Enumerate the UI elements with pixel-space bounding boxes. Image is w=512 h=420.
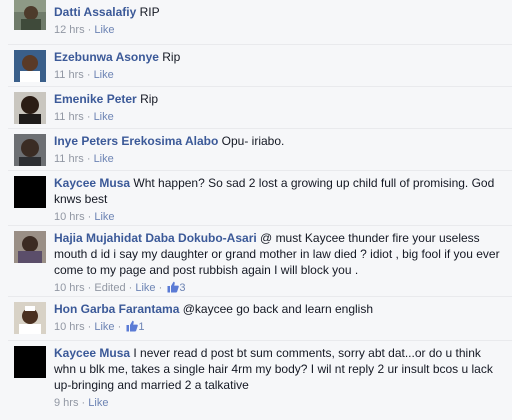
separator: ·: [87, 24, 92, 36]
comment-time[interactable]: 11 hrs: [54, 69, 84, 81]
avatar-photo: [14, 50, 46, 82]
separator: ·: [86, 153, 91, 165]
comment-time[interactable]: 12 hrs: [54, 24, 85, 36]
comment-text: RIP: [139, 5, 160, 19]
like-link[interactable]: Like: [94, 24, 114, 36]
like-count[interactable]: 1: [138, 321, 144, 333]
separator: ·: [86, 69, 91, 81]
avatar[interactable]: [14, 231, 46, 263]
comment-text: Rip: [162, 50, 181, 64]
separator: ·: [117, 321, 122, 333]
avatar[interactable]: [14, 302, 46, 334]
comment: Inye Peters Erekosima Alabo Opu- iriabo.…: [8, 128, 512, 171]
comment-text: Rip: [140, 92, 159, 106]
comment: Kaycee Musa Wht happen? So sad 2 lost a …: [8, 170, 512, 226]
comment-author[interactable]: Ezebunwa Asonye: [54, 50, 159, 64]
avatar-photo: [14, 0, 46, 30]
like-link[interactable]: Like: [94, 69, 114, 81]
like-link[interactable]: Like: [94, 211, 114, 223]
avatar[interactable]: [14, 346, 46, 378]
comment: Emenike Peter Rip 11 hrs · Like: [8, 86, 512, 129]
separator: ·: [87, 282, 92, 294]
separator: ·: [87, 211, 92, 223]
like-count[interactable]: 3: [179, 282, 185, 294]
separator: ·: [158, 282, 163, 294]
separator: ·: [87, 321, 92, 333]
comment: Ezebunwa Asonye Rip 11 hrs · Like: [8, 44, 512, 87]
comment-author[interactable]: Kaycee Musa: [54, 176, 130, 190]
avatar[interactable]: [14, 50, 46, 82]
comment: Hajia Mujahidat Daba Dokubo-Asari @ must…: [8, 225, 512, 297]
comment-time[interactable]: 11 hrs: [54, 111, 84, 123]
avatar-photo: [14, 92, 46, 124]
avatar[interactable]: [14, 0, 46, 30]
comment-time[interactable]: 10 hrs: [54, 321, 85, 333]
edited-label[interactable]: Edited: [94, 282, 125, 294]
comment-author[interactable]: Hajia Mujahidat Daba Dokubo-Asari: [54, 231, 257, 245]
avatar[interactable]: [14, 176, 46, 208]
like-link[interactable]: Like: [135, 282, 155, 294]
comment-author[interactable]: Datti Assalafiy: [54, 5, 136, 19]
avatar[interactable]: [14, 134, 46, 166]
comment-author[interactable]: Emenike Peter: [54, 92, 137, 106]
like-link[interactable]: Like: [94, 321, 114, 333]
avatar[interactable]: [14, 92, 46, 124]
comment: Kaycee Musa I never read d post bt sum c…: [8, 340, 512, 420]
comment: Datti Assalafiy RIP 12 hrs · Like: [8, 0, 512, 44]
avatar-photo: [14, 134, 46, 166]
comment-time[interactable]: 11 hrs: [54, 153, 84, 165]
like-link[interactable]: Like: [94, 111, 114, 123]
comment-time[interactable]: 9 hrs: [54, 397, 78, 409]
comment-time[interactable]: 10 hrs: [54, 211, 85, 223]
avatar-photo: [14, 231, 46, 263]
avatar-photo: [14, 346, 46, 378]
comment-text: @kaycee go back and learn english: [182, 302, 374, 316]
comment-author[interactable]: Kaycee Musa: [54, 346, 130, 360]
like-link[interactable]: Like: [88, 397, 108, 409]
avatar-photo: [14, 302, 46, 334]
separator: ·: [86, 111, 91, 123]
comment: Hon Garba Farantama @kaycee go back and …: [8, 296, 512, 341]
comment-author[interactable]: Hon Garba Farantama: [54, 302, 179, 316]
like-link[interactable]: Like: [94, 153, 114, 165]
thumbs-up-icon: [126, 320, 139, 332]
separator: ·: [81, 397, 86, 409]
comment-text: Opu- iriabo.: [221, 134, 285, 148]
separator: ·: [128, 282, 133, 294]
thumbs-up-icon: [167, 281, 180, 293]
comment-time[interactable]: 10 hrs: [54, 282, 85, 294]
comment-author[interactable]: Inye Peters Erekosima Alabo: [54, 134, 218, 148]
avatar-photo: [14, 176, 46, 208]
